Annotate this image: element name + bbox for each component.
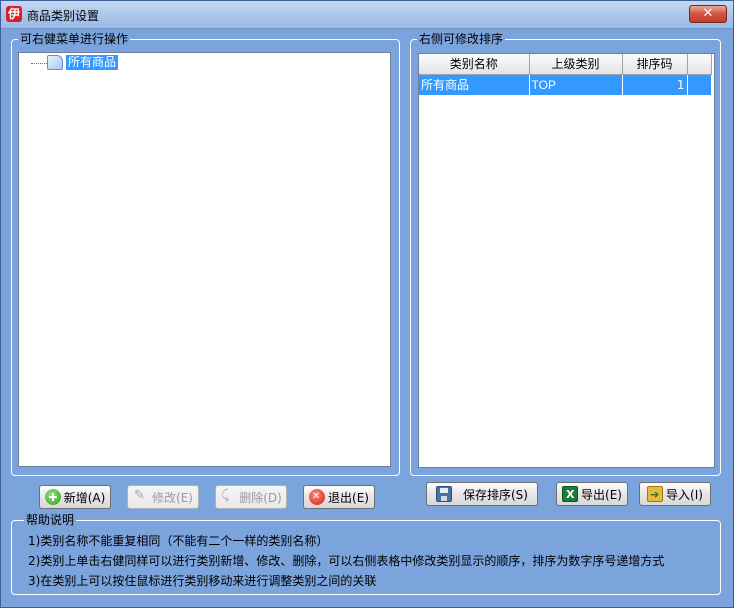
export-button-label: 导出(E) <box>581 487 622 502</box>
delete-icon <box>220 488 236 505</box>
add-button-label: 新增(A) <box>63 490 106 505</box>
column-header-filler <box>687 54 712 75</box>
exit-button-label: 退出(E) <box>328 490 369 505</box>
help-line-3: 3)在类别上可以按住鼠标进行类别移动来进行调整类别之间的关联 <box>28 574 377 588</box>
app-icon: 伊 <box>6 6 22 22</box>
cell-category-name[interactable]: 所有商品 <box>419 74 530 95</box>
help-legend: 帮助说明 <box>24 513 77 527</box>
edit-button[interactable]: 修改(E) <box>127 485 199 509</box>
edit-button-label: 修改(E) <box>152 490 193 505</box>
save-order-label: 保存排序(S) <box>463 487 528 502</box>
close-icon: ✕ <box>702 6 714 21</box>
help-group: 帮助说明 1)类别名称不能重复相同（不能有二个一样的类别名称） 2)类别上单击右… <box>11 513 721 595</box>
title-bar[interactable]: 伊 商品类别设置 ✕ <box>1 1 733 29</box>
category-grid[interactable]: 类别名称 上级类别 排序码 所有商品 TOP 1 <box>418 53 715 468</box>
sort-order-legend: 右侧可修改排序 <box>417 32 506 46</box>
export-button[interactable]: 导出(E) <box>556 482 628 506</box>
help-line-2: 2)类别上单击右健同样可以进行类别新增、修改、删除，可以右侧表格中修改类别显示的… <box>28 554 665 568</box>
excel-icon <box>562 486 579 502</box>
delete-button-label: 删除(D) <box>239 490 282 505</box>
help-line-1: 1)类别名称不能重复相同（不能有二个一样的类别名称） <box>28 534 329 548</box>
book-icon <box>47 55 63 70</box>
import-button[interactable]: 导入(I) <box>639 482 711 506</box>
category-table: 类别名称 上级类别 排序码 所有商品 TOP 1 <box>419 54 712 95</box>
category-tree[interactable]: 所有商品 <box>18 52 391 467</box>
save-order-button[interactable]: 保存排序(S) <box>426 482 538 506</box>
exit-icon <box>309 489 326 505</box>
tree-connector-line <box>31 63 47 64</box>
cell-filler <box>687 74 712 95</box>
edit-icon <box>133 488 149 505</box>
category-tree-group: 可右健菜单进行操作 所有商品 <box>11 32 400 476</box>
column-header-name[interactable]: 类别名称 <box>419 54 530 75</box>
table-row[interactable]: 所有商品 TOP 1 <box>419 74 712 95</box>
tree-node-all-products[interactable]: 所有商品 <box>66 55 119 70</box>
column-header-parent[interactable]: 上级类别 <box>529 54 623 75</box>
floppy-disk-icon <box>436 486 452 502</box>
sort-order-group: 右侧可修改排序 类别名称 上级类别 排序码 所有商品 TOP 1 <box>410 32 721 476</box>
add-button[interactable]: 新增(A) <box>39 485 111 509</box>
category-settings-window: 伊 商品类别设置 ✕ 可右健菜单进行操作 所有商品 右侧可修改排序 类别名称 上… <box>0 0 734 608</box>
window-title: 商品类别设置 <box>27 9 100 23</box>
column-header-order[interactable]: 排序码 <box>622 54 688 75</box>
cell-parent-category[interactable]: TOP <box>529 74 623 95</box>
delete-button[interactable]: 删除(D) <box>215 485 287 509</box>
category-tree-legend: 可右健菜单进行操作 <box>18 32 131 46</box>
import-button-label: 导入(I) <box>666 487 703 502</box>
close-button[interactable]: ✕ <box>689 5 727 23</box>
cell-sort-order[interactable]: 1 <box>622 74 688 95</box>
import-icon <box>647 486 664 502</box>
add-icon <box>44 489 61 505</box>
exit-button[interactable]: 退出(E) <box>303 485 375 509</box>
